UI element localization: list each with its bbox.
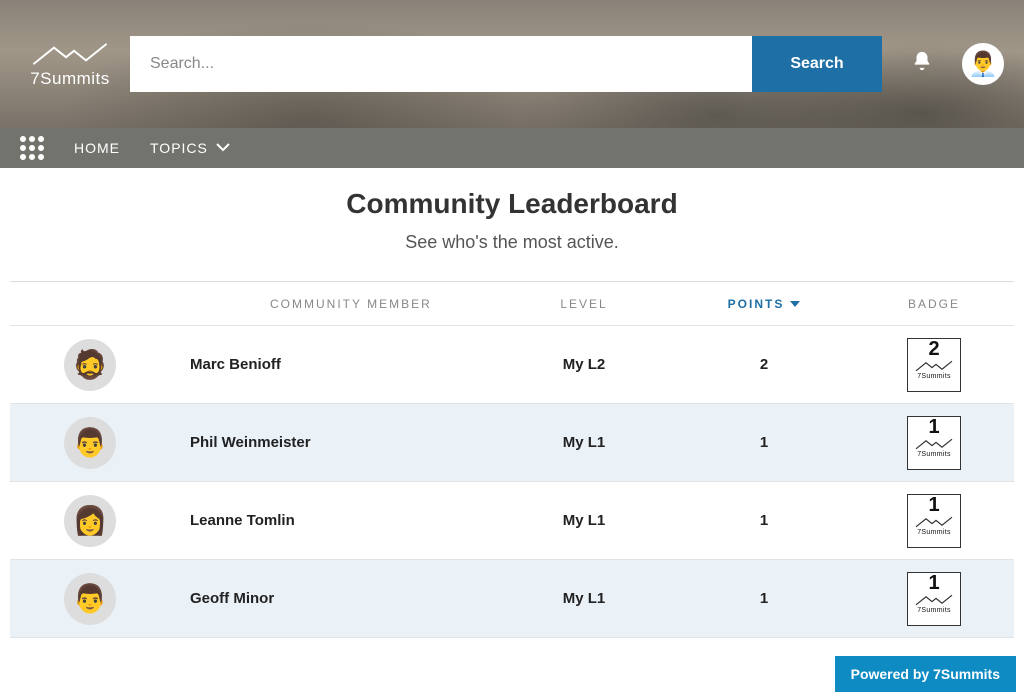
member-avatar: 👩 — [64, 495, 116, 547]
badge-text: 7Summits — [917, 607, 951, 614]
table-header-row: COMMUNITY MEMBER LEVEL POINTS BADGE — [10, 282, 1014, 326]
member-level: My L1 — [563, 512, 606, 529]
member-level: My L1 — [563, 590, 606, 607]
member-name[interactable]: Marc Benioff — [190, 356, 281, 373]
member-badge: 1 7Summits — [907, 416, 961, 470]
member-points: 1 — [760, 512, 768, 529]
user-avatar[interactable]: 👨‍💼 — [962, 43, 1004, 85]
badge-text: 7Summits — [917, 373, 951, 380]
member-level: My L2 — [563, 356, 606, 373]
badge-number: 1 — [928, 417, 939, 437]
main-nav: HOME TOPICS — [0, 128, 1024, 168]
member-avatar: 🧔 — [64, 339, 116, 391]
table-row[interactable]: 🧔 Marc Benioff My L2 2 2 7Summits — [10, 326, 1014, 404]
table-row[interactable]: 👩 Leanne Tomlin My L1 1 1 7Summits — [10, 482, 1014, 560]
member-name[interactable]: Geoff Minor — [190, 590, 274, 607]
search-bar: Search — [130, 36, 882, 92]
table-row[interactable]: 👨 Phil Weinmeister My L1 1 1 7Summits — [10, 404, 1014, 482]
hero-banner: 7Summits Search 👨‍💼 — [0, 0, 1024, 128]
badge-number: 1 — [928, 573, 939, 593]
badge-logo-icon — [914, 515, 954, 529]
page-title: Community Leaderboard — [10, 188, 1014, 220]
badge-logo-icon — [914, 359, 954, 373]
powered-by-link[interactable]: Powered by 7Summits — [835, 656, 1016, 692]
footer: Powered by 7Summits — [835, 656, 1016, 692]
brand-logo[interactable]: 7Summits — [30, 39, 110, 89]
th-level[interactable]: LEVEL — [494, 297, 674, 311]
member-badge: 1 7Summits — [907, 494, 961, 548]
member-points: 1 — [760, 590, 768, 607]
search-input[interactable] — [130, 36, 752, 92]
summits-logo-icon — [30, 39, 110, 69]
chevron-down-icon — [216, 140, 230, 156]
user-avatar-glyph: 👨‍💼 — [968, 50, 998, 79]
apps-grid-icon[interactable] — [20, 136, 44, 160]
member-name[interactable]: Phil Weinmeister — [190, 434, 311, 451]
badge-logo-icon — [914, 437, 954, 451]
nav-home[interactable]: HOME — [74, 140, 120, 156]
member-points: 2 — [760, 356, 768, 373]
brand-name: 7Summits — [30, 69, 110, 89]
leaderboard-table: COMMUNITY MEMBER LEVEL POINTS BADGE 🧔 Ma… — [10, 281, 1014, 638]
member-avatar: 👨 — [64, 417, 116, 469]
member-name[interactable]: Leanne Tomlin — [190, 512, 295, 529]
sort-desc-icon — [790, 301, 800, 307]
badge-logo-icon — [914, 593, 954, 607]
member-points: 1 — [760, 434, 768, 451]
badge-number: 2 — [928, 339, 939, 359]
th-badge[interactable]: BADGE — [854, 297, 1014, 311]
notifications-bell-icon[interactable] — [902, 50, 942, 78]
nav-topics[interactable]: TOPICS — [150, 140, 230, 156]
search-button[interactable]: Search — [752, 36, 882, 92]
member-badge: 1 7Summits — [907, 572, 961, 626]
nav-topics-label: TOPICS — [150, 140, 208, 156]
th-points-label: POINTS — [728, 297, 785, 311]
page-subtitle: See who's the most active. — [10, 232, 1014, 253]
th-member[interactable]: COMMUNITY MEMBER — [170, 297, 494, 311]
member-badge: 2 7Summits — [907, 338, 961, 392]
page-content: Community Leaderboard See who's the most… — [0, 168, 1024, 638]
badge-text: 7Summits — [917, 451, 951, 458]
member-avatar: 👨 — [64, 573, 116, 625]
table-row[interactable]: 👨 Geoff Minor My L1 1 1 7Summits — [10, 560, 1014, 638]
member-level: My L1 — [563, 434, 606, 451]
badge-number: 1 — [928, 495, 939, 515]
badge-text: 7Summits — [917, 529, 951, 536]
th-points[interactable]: POINTS — [674, 297, 854, 311]
